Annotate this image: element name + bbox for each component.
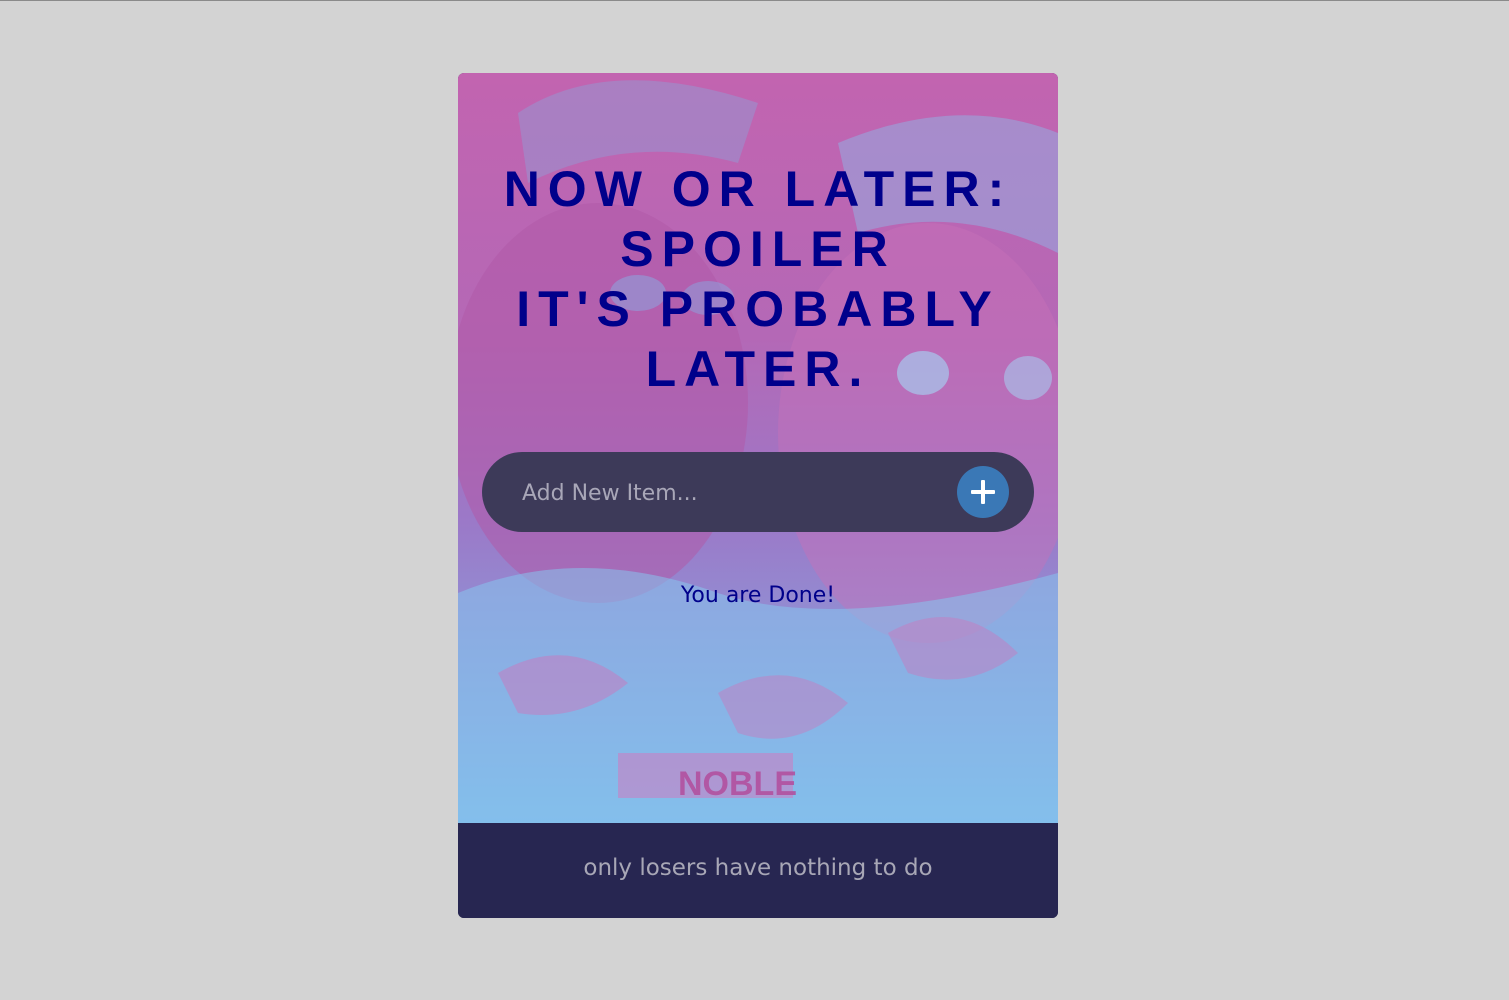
add-item-form: [482, 452, 1034, 532]
add-item-button[interactable]: [957, 466, 1009, 518]
title-line: SPOILER: [620, 221, 896, 277]
footer-text: only losers have nothing to do: [583, 855, 933, 881]
plus-icon: [971, 480, 995, 504]
window-top-border: [0, 0, 1509, 1]
name-tape: NOBLE: [678, 765, 797, 803]
new-item-input[interactable]: [520, 472, 944, 514]
hero-image: NOBLE NOW OR LATER: SPOILER IT'S PROBABL…: [458, 73, 1058, 823]
todo-card: NOBLE NOW OR LATER: SPOILER IT'S PROBABL…: [458, 73, 1058, 918]
footer: only losers have nothing to do: [458, 823, 1058, 918]
title-line: IT'S PROBABLY: [516, 281, 1000, 337]
title-line: NOW OR LATER:: [503, 161, 1013, 217]
page-title: NOW OR LATER: SPOILER IT'S PROBABLY LATE…: [458, 159, 1058, 399]
title-line: LATER.: [645, 341, 871, 397]
status-message: You are Done!: [680, 583, 836, 608]
